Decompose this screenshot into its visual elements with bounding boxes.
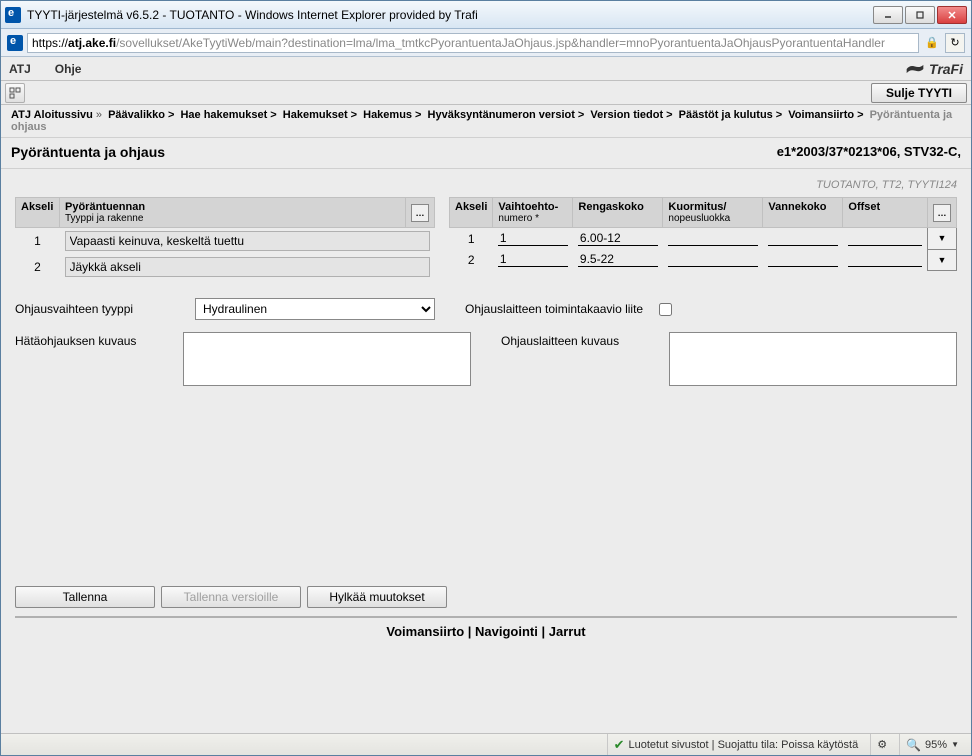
lock-icon: 🔒 bbox=[923, 34, 941, 52]
pyorantuenta-table: Akseli Pyöräntuennan Tyyppi ja rakenne …… bbox=[15, 197, 435, 280]
row2-dropdown[interactable]: ▼ bbox=[928, 249, 957, 270]
bc-6[interactable]: Version tiedot bbox=[590, 109, 663, 121]
page-reference: e1*2003/37*0213*06, STV32-C, bbox=[777, 144, 961, 160]
bc-3[interactable]: Hakemukset bbox=[283, 109, 348, 121]
check-icon: ✔ bbox=[614, 737, 625, 753]
window-title: TYYTI-järjestelmä v6.5.2 - TUOTANTO - Wi… bbox=[27, 8, 873, 22]
ohjauslaite-liite-checkbox[interactable] bbox=[659, 303, 672, 316]
button-row: Tallenna Tallenna versioille Hylkää muut… bbox=[15, 586, 957, 608]
ohjauslaite-liite-label: Ohjauslaitteen toimintakaavio liite bbox=[465, 302, 643, 316]
th-vaihtoehto: Vaihtoehto-numero * bbox=[493, 198, 573, 228]
table-row: 1 ▼ bbox=[450, 228, 957, 250]
url-field[interactable]: https://atj.ake.fi/sovellukset/AkeTyytiW… bbox=[27, 33, 919, 53]
menu-ohje[interactable]: Ohje bbox=[55, 62, 82, 76]
tree-toggle-button[interactable] bbox=[5, 83, 25, 103]
address-bar: https://atj.ake.fi/sovellukset/AkeTyytiW… bbox=[1, 29, 971, 57]
row1-dropdown[interactable]: ▼ bbox=[928, 228, 957, 250]
ohjauslaite-textarea[interactable] bbox=[669, 332, 957, 386]
nav-voimansiirto[interactable]: Voimansiirto bbox=[386, 624, 464, 639]
content-area: TUOTANTO, TT2, TYYTI124 Akseli Pyöräntue… bbox=[1, 169, 971, 733]
magnifier-icon: 🔍 bbox=[906, 738, 921, 752]
tool-row: Sulje TYYTI bbox=[1, 81, 971, 105]
ie-icon bbox=[7, 35, 23, 51]
kuorm-1[interactable] bbox=[668, 231, 758, 246]
vaihto-1[interactable] bbox=[498, 231, 568, 246]
bc-2[interactable]: Hae hakemukset bbox=[180, 109, 267, 121]
tyyppi-field-1[interactable] bbox=[65, 231, 430, 251]
chevron-down-icon[interactable]: ▼ bbox=[951, 740, 959, 749]
bc-0[interactable]: ATJ Aloitussivu bbox=[11, 109, 93, 121]
off-2[interactable] bbox=[848, 252, 922, 267]
breadcrumb: ATJ Aloitussivu» Päävalikko> Hae hakemuk… bbox=[1, 105, 971, 138]
nav-jarrut[interactable]: Jarrut bbox=[549, 624, 586, 639]
footer-nav: Voimansiirto | Navigointi | Jarrut bbox=[15, 616, 957, 651]
kuorm-2[interactable] bbox=[668, 252, 758, 267]
bc-5[interactable]: Hyväksyntänumeron versiot bbox=[428, 109, 575, 121]
vanne-2[interactable] bbox=[768, 252, 838, 267]
hataohjaus-textarea[interactable] bbox=[183, 332, 471, 386]
bc-1[interactable]: Päävalikko bbox=[108, 109, 165, 121]
hataohjaus-label: Hätäohjauksen kuvaus bbox=[15, 332, 175, 386]
rengas-1[interactable] bbox=[578, 231, 658, 246]
tallenna-versioille-button: Tallenna versioille bbox=[161, 586, 301, 608]
ohjausvaihde-row: Ohjausvaihteen tyyppi Hydraulinen Ohjaus… bbox=[15, 298, 957, 320]
zoom-control[interactable]: 🔍 95% ▼ bbox=[899, 734, 965, 755]
bc-7[interactable]: Päästöt ja kulutus bbox=[679, 109, 773, 121]
app-menu: ATJ Ohje TraFi bbox=[1, 57, 971, 81]
th-vannekoko: Vannekoko bbox=[763, 198, 843, 228]
th-offset: Offset bbox=[843, 198, 928, 228]
lookup-left-button[interactable]: … bbox=[411, 204, 429, 222]
minimize-button[interactable] bbox=[873, 6, 903, 24]
trusted-sites: ✔ Luotetut sivustot | Suojattu tila: Poi… bbox=[607, 734, 865, 755]
vanne-1[interactable] bbox=[768, 231, 838, 246]
ie-favicon bbox=[5, 7, 21, 23]
ohjauslaite-label: Ohjauslaitteen kuvaus bbox=[501, 332, 661, 386]
table-row: 2 ▼ bbox=[450, 249, 957, 270]
th-akseli: Akseli bbox=[16, 198, 60, 228]
sulje-tyyti-button[interactable]: Sulje TYYTI bbox=[871, 83, 967, 103]
th-rengaskoko: Rengaskoko bbox=[573, 198, 663, 228]
maximize-button[interactable] bbox=[905, 6, 935, 24]
status-icons[interactable]: ⚙ bbox=[870, 734, 893, 755]
page-title: Pyöräntuenta ja ohjaus bbox=[11, 144, 165, 160]
rengas-table: Akseli Vaihtoehto-numero * Rengaskoko Ku… bbox=[449, 197, 957, 271]
vaihto-2[interactable] bbox=[498, 252, 568, 267]
bc-8[interactable]: Voimansiirto bbox=[788, 109, 854, 121]
tallenna-button[interactable]: Tallenna bbox=[15, 586, 155, 608]
off-1[interactable] bbox=[848, 231, 922, 246]
th-kuormitus: Kuormitus/nopeusluokka bbox=[663, 198, 763, 228]
page-header: Pyöräntuenta ja ohjaus e1*2003/37*0213*0… bbox=[1, 138, 971, 169]
menu-atj[interactable]: ATJ bbox=[9, 62, 31, 76]
close-window-button[interactable] bbox=[937, 6, 967, 24]
lookup-right-button[interactable]: … bbox=[933, 204, 951, 222]
th-pyorantuennan: Pyöräntuennan Tyyppi ja rakenne bbox=[60, 198, 406, 228]
refresh-button[interactable]: ↻ bbox=[945, 33, 965, 53]
env-tag: TUOTANTO, TT2, TYYTI124 bbox=[15, 179, 957, 191]
ohjausvaihteen-tyyppi-label: Ohjausvaihteen tyyppi bbox=[15, 302, 185, 316]
table-row: 1 bbox=[16, 228, 435, 255]
brand-logo: TraFi bbox=[905, 61, 963, 77]
status-bar: ✔ Luotetut sivustot | Suojattu tila: Poi… bbox=[1, 733, 971, 755]
window-titlebar: TYYTI-järjestelmä v6.5.2 - TUOTANTO - Wi… bbox=[1, 1, 971, 29]
table-row: 2 bbox=[16, 254, 435, 280]
tyyppi-field-2[interactable] bbox=[65, 257, 430, 277]
th-akseli-r: Akseli bbox=[450, 198, 493, 228]
nav-navigointi[interactable]: Navigointi bbox=[475, 624, 538, 639]
hylkaa-muutokset-button[interactable]: Hylkää muutokset bbox=[307, 586, 447, 608]
bc-4[interactable]: Hakemus bbox=[363, 109, 412, 121]
rengas-2[interactable] bbox=[578, 252, 658, 267]
ohjausvaihteen-tyyppi-select[interactable]: Hydraulinen bbox=[195, 298, 435, 320]
